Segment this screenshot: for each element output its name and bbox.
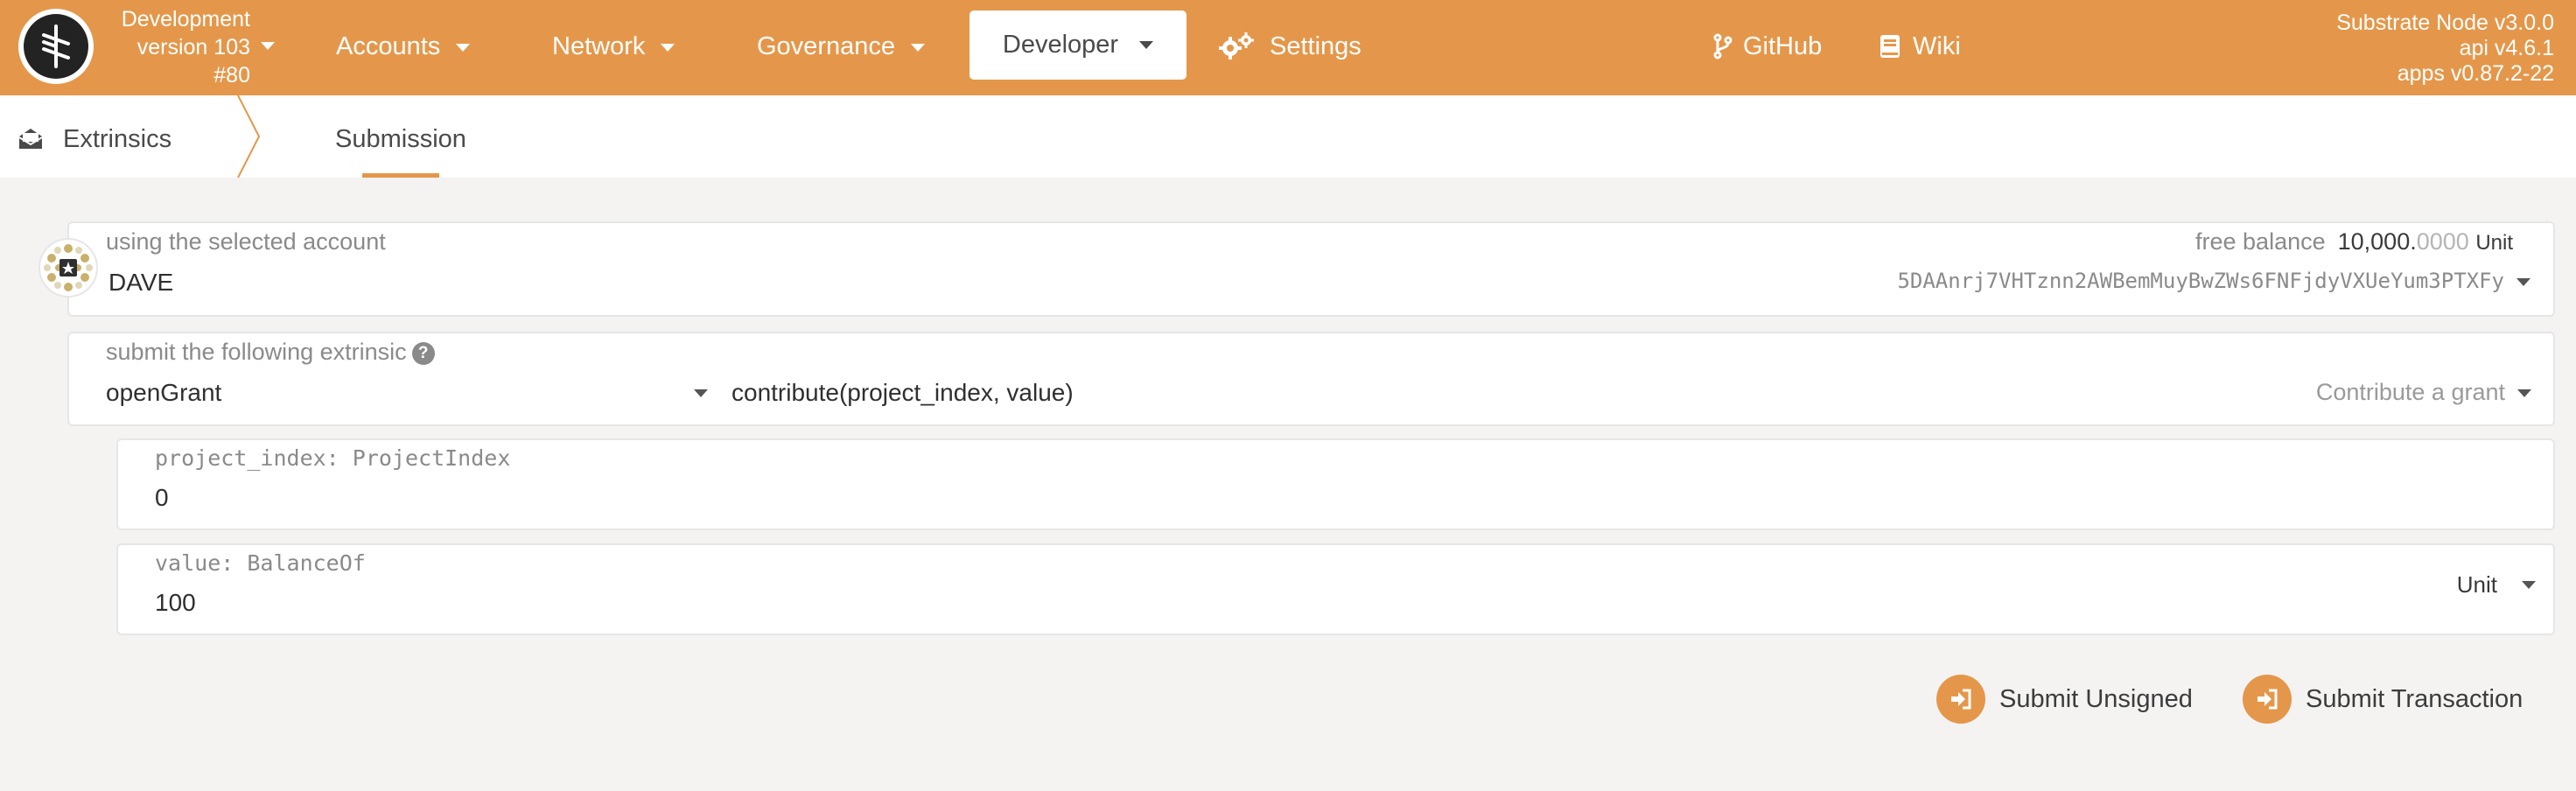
chevron-down-icon bbox=[911, 43, 925, 52]
breadcrumb-separator bbox=[237, 95, 261, 178]
chain-selector[interactable]: Development version 103 #80 bbox=[103, 5, 250, 89]
cogs-icon bbox=[1219, 32, 1254, 60]
nav-developer[interactable]: Developer bbox=[970, 10, 1186, 80]
version-info: Substrate Node v3.0.0 api v4.6.1 apps v0… bbox=[2336, 10, 2554, 87]
wiki-link[interactable]: Wiki bbox=[1880, 25, 1961, 67]
submit-unsigned-label: Submit Unsigned bbox=[1999, 684, 2193, 713]
chain-name: Development bbox=[121, 7, 250, 32]
active-tab-indicator bbox=[362, 173, 439, 178]
free-balance-label: free balance bbox=[2195, 228, 2326, 255]
free-balance-unit: Unit bbox=[2475, 231, 2513, 255]
sub-navigation: Extrinsics Submission bbox=[0, 95, 2576, 178]
method-description: Contribute a grant bbox=[2315, 379, 2505, 405]
submit-transaction-button[interactable]: Submit Transaction bbox=[2243, 674, 2523, 724]
nav-network[interactable]: Network bbox=[552, 25, 676, 67]
help-icon[interactable]: ? bbox=[411, 342, 435, 365]
method-value: contribute(project_index, value) bbox=[732, 379, 1074, 406]
nav-governance-label: Governance bbox=[757, 32, 895, 60]
account-selector[interactable]: using the selected account DAVE free bal… bbox=[67, 221, 2555, 317]
tab-submission[interactable]: Submission bbox=[335, 122, 466, 157]
nav-network-label: Network bbox=[552, 32, 646, 60]
extrinsic-label-text: submit the following extrinsic bbox=[106, 339, 407, 365]
node-version: Substrate Node v3.0.0 bbox=[2336, 10, 2554, 35]
free-balance-integer: 10,000. bbox=[2337, 228, 2417, 255]
nav-governance[interactable]: Governance bbox=[757, 25, 925, 67]
sign-in-icon bbox=[2243, 675, 2292, 724]
chevron-down-icon bbox=[694, 389, 708, 397]
account-label: using the selected account bbox=[106, 228, 386, 255]
code-branch-icon bbox=[1713, 33, 1732, 60]
account-address: 5DAAnrj7VHTznn2AWBemMuyBwZWs6FNFjdyVXUeY… bbox=[1897, 269, 2504, 293]
apps-version: apps v0.87.2-22 bbox=[2397, 61, 2554, 86]
param-project-index-label: project_index: ProjectIndex bbox=[155, 445, 511, 471]
submit-transaction-label: Submit Transaction bbox=[2306, 684, 2524, 713]
extrinsic-label: submit the following extrinsic? bbox=[106, 339, 435, 366]
top-navigation-bar: Development version 103 #80 Accounts Net… bbox=[0, 0, 2576, 95]
tab-extrinsics-label: Extrinsics bbox=[63, 124, 172, 153]
nav-settings[interactable]: Settings bbox=[1219, 25, 1362, 67]
chevron-down-icon bbox=[2517, 389, 2531, 397]
wiki-link-label: Wiki bbox=[1913, 32, 1961, 60]
api-version: api v4.6.1 bbox=[2459, 36, 2554, 60]
best-block-number: #80 bbox=[214, 63, 250, 88]
github-link-label: GitHub bbox=[1743, 32, 1823, 60]
param-value[interactable]: value: BalanceOf 100 Unit bbox=[116, 543, 2555, 635]
runtime-version: version 103 bbox=[136, 35, 250, 60]
param-value-input[interactable]: 100 bbox=[155, 589, 196, 617]
section-value: openGrant bbox=[106, 379, 222, 406]
account-name: DAVE bbox=[108, 269, 174, 296]
chevron-down-icon bbox=[2522, 581, 2536, 589]
nav-accounts[interactable]: Accounts bbox=[336, 25, 471, 67]
tab-extrinsics[interactable]: Extrinsics bbox=[18, 122, 172, 157]
chevron-down-icon bbox=[456, 43, 471, 52]
avatar bbox=[38, 238, 98, 298]
envelope-open-icon bbox=[18, 129, 43, 149]
chevron-down-icon[interactable] bbox=[261, 42, 275, 50]
chevron-down-icon bbox=[1139, 41, 1154, 49]
method-dropdown[interactable]: contribute(project_index, value) Contrib… bbox=[725, 368, 2537, 417]
param-project-index[interactable]: project_index: ProjectIndex 0 bbox=[116, 438, 2555, 530]
param-project-index-input[interactable]: 0 bbox=[155, 484, 169, 512]
extrinsic-selector: submit the following extrinsic? openGran… bbox=[67, 332, 2555, 426]
unit-selector[interactable]: Unit bbox=[2457, 571, 2536, 598]
free-balance: free balance 10,000.0000 Unit bbox=[2195, 228, 2513, 256]
sign-in-icon bbox=[1936, 675, 1985, 724]
unit-selector-value: Unit bbox=[2456, 571, 2497, 598]
section-dropdown[interactable]: openGrant bbox=[104, 368, 708, 417]
free-balance-decimals: 0000 bbox=[2416, 228, 2469, 255]
book-icon bbox=[1880, 35, 1900, 58]
nav-accounts-label: Accounts bbox=[336, 32, 441, 60]
param-value-label: value: BalanceOf bbox=[155, 550, 366, 576]
submit-unsigned-button[interactable]: Submit Unsigned bbox=[1936, 674, 2193, 724]
chevron-down-icon bbox=[2516, 278, 2530, 286]
github-link[interactable]: GitHub bbox=[1713, 25, 1822, 67]
nav-developer-label: Developer bbox=[1002, 31, 1119, 59]
nav-settings-label: Settings bbox=[1270, 32, 1362, 60]
chevron-down-icon bbox=[661, 43, 676, 52]
substrate-logo-icon[interactable] bbox=[18, 9, 94, 84]
